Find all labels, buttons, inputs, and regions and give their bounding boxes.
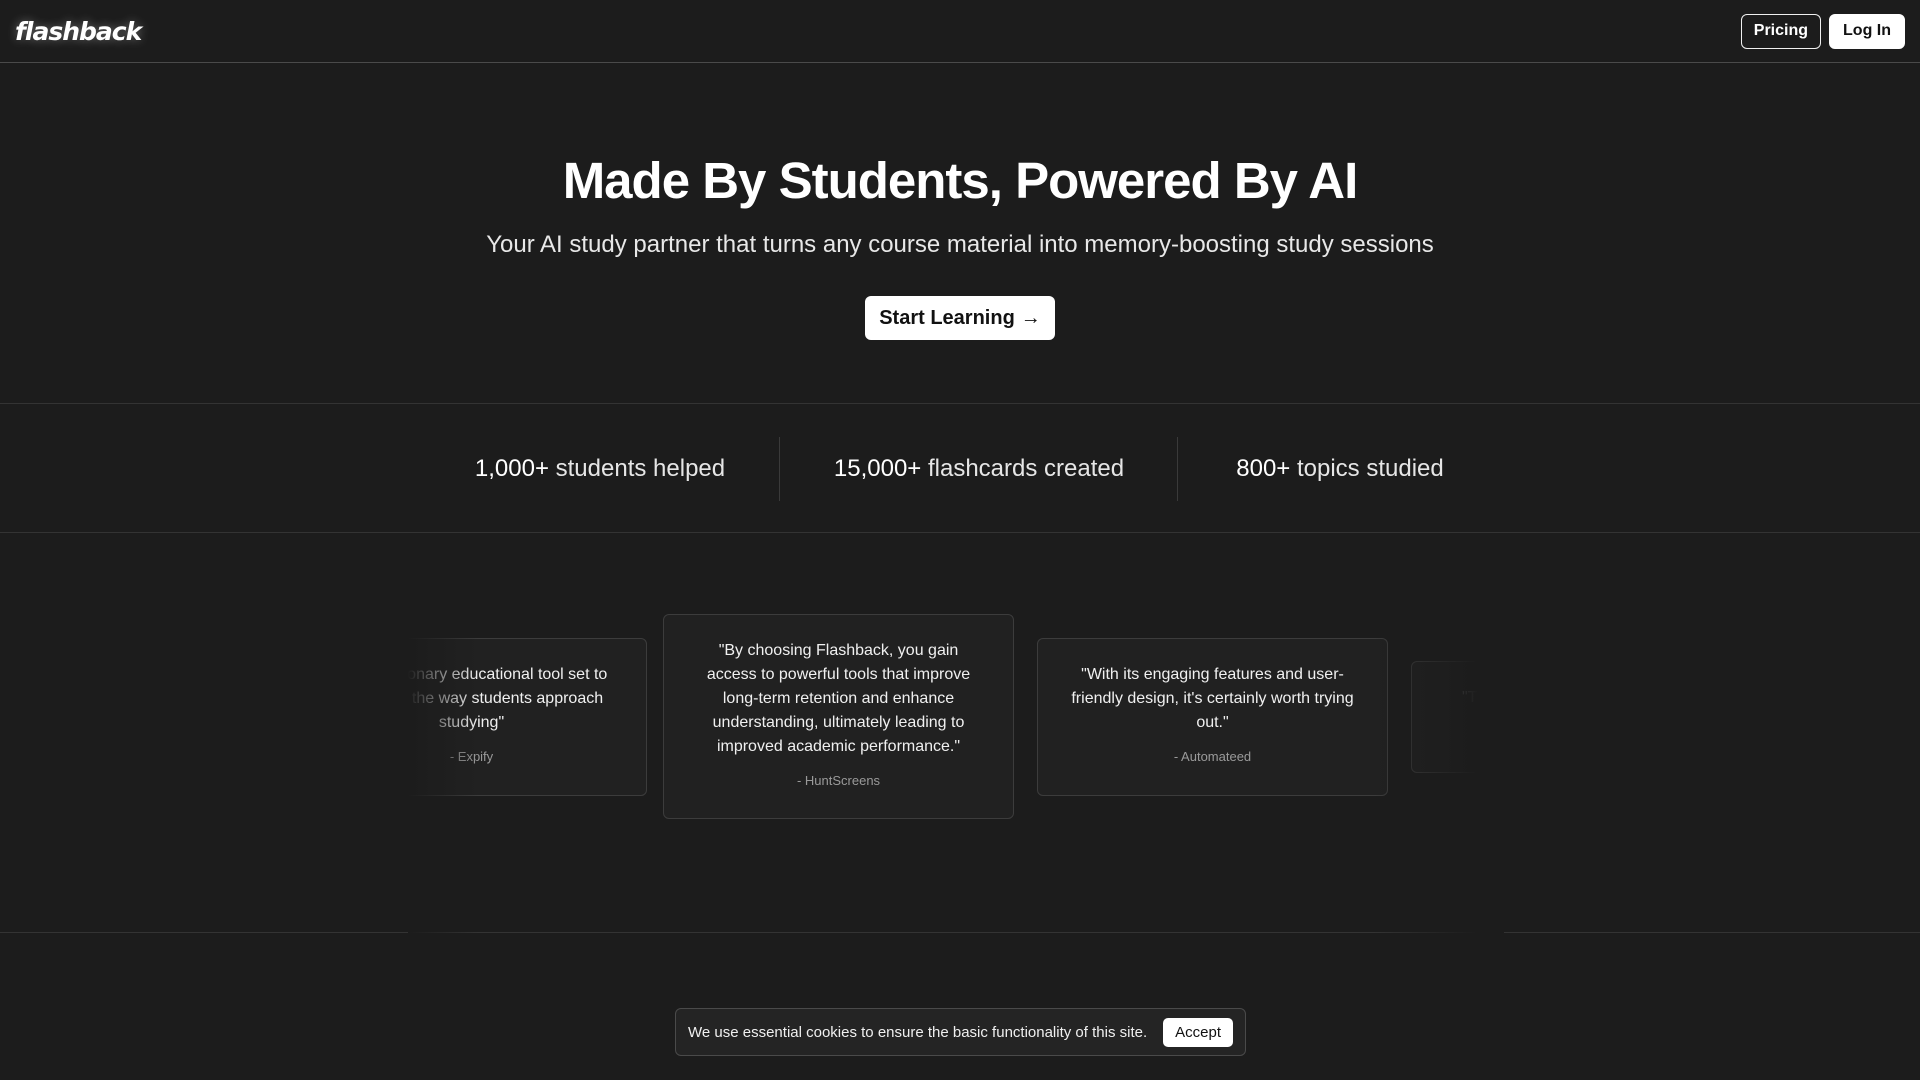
hero-section: Made By Students, Powered By AI Your AI … [0, 63, 1920, 404]
testimonial-carousel[interactable]: "A revolutionary educational tool set to… [408, 534, 1504, 933]
testimonial-quote: "With its engaging features and user-fri… [1071, 666, 1354, 731]
top-nav-bar: flashback Pricing Log In [0, 0, 1920, 63]
testimonial-card: "By choosing Flashback, you gain access … [663, 614, 1014, 819]
testimonial-card: "A revolutionary educational tool set to… [408, 638, 647, 796]
stat-divider [1177, 437, 1178, 501]
stat-label: topics studied [1296, 455, 1444, 482]
login-button[interactable]: Log In [1829, 13, 1905, 49]
hero-title: Made By Students, Powered By AI [562, 152, 1359, 209]
testimonial-author: - Expify [449, 749, 494, 764]
cookie-banner: We use essential cookies to ensure the b… [675, 1008, 1246, 1056]
stat-flashcards: 15,000+ flashcards created [810, 405, 1148, 533]
accept-cookies-button[interactable]: Accept [1163, 1017, 1233, 1047]
stat-label: flashcards created [927, 455, 1125, 482]
testimonial-quote: "A revolutionary educational tool set to… [408, 666, 608, 731]
testimonial-author: - HuntScreens [796, 773, 881, 788]
testimonial-author: - Automateed [1173, 749, 1252, 764]
testimonial-card: "With its engaging features and user-fri… [1037, 638, 1388, 796]
stat-number: 15,000+ [833, 455, 922, 482]
flashback-logo[interactable]: flashback [15, 17, 142, 46]
header-actions: Pricing Log In [1740, 13, 1905, 49]
start-learning-label: Start Learning [879, 306, 1015, 329]
pricing-button[interactable]: Pricing [1740, 13, 1822, 49]
start-learning-button[interactable]: Start Learning → [865, 296, 1055, 340]
testimonial-quote: "Turn [1462, 689, 1500, 706]
cookie-message: We use essential cookies to ensure the b… [688, 1023, 1148, 1041]
testimonials-section: "A revolutionary educational tool set to… [0, 534, 1920, 933]
stat-topics: 800+ topics studied [1210, 405, 1470, 533]
stat-number: 1,000+ [474, 455, 549, 482]
stat-students: 1,000+ students helped [460, 405, 740, 533]
arrow-right-icon: → [1020, 306, 1041, 329]
stats-bar: 1,000+ students helped 15,000+ flashcard… [0, 405, 1920, 533]
stat-label: students helped [555, 455, 726, 482]
stat-number: 800+ [1236, 455, 1291, 482]
testimonial-quote: "By choosing Flashback, you gain access … [706, 642, 971, 755]
stat-divider [779, 437, 780, 501]
testimonial-card: "Turn [1411, 661, 1504, 773]
hero-subtitle: Your AI study partner that turns any cou… [486, 231, 1434, 258]
